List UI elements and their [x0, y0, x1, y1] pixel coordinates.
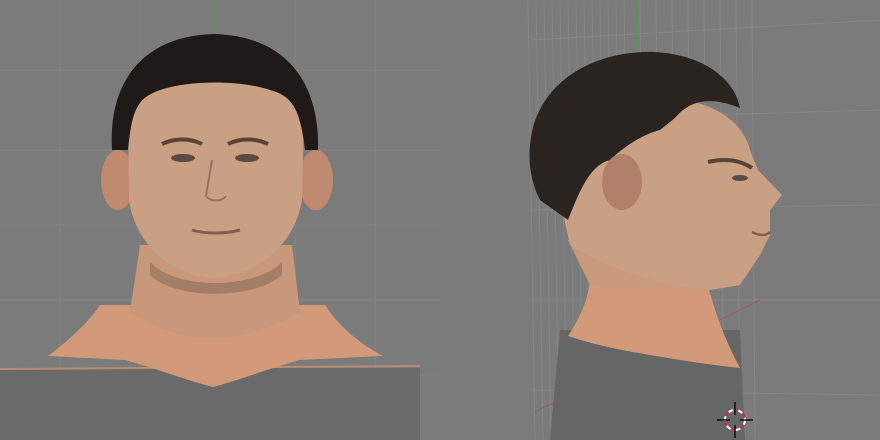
- editor-3d-view[interactable]: [0, 0, 880, 440]
- front-right-ear: [299, 150, 333, 210]
- front-head-model[interactable]: [0, 34, 421, 440]
- side-viewport-canvas[interactable]: [440, 0, 880, 440]
- front-right-eye: [235, 154, 259, 162]
- front-viewport[interactable]: [0, 0, 440, 440]
- side-viewport[interactable]: [440, 0, 880, 440]
- front-viewport-canvas[interactable]: [0, 0, 440, 440]
- front-face: [128, 62, 304, 278]
- side-head-model[interactable]: [529, 51, 782, 440]
- front-left-eye: [171, 154, 195, 162]
- side-eye: [732, 175, 748, 181]
- side-ear: [602, 154, 642, 210]
